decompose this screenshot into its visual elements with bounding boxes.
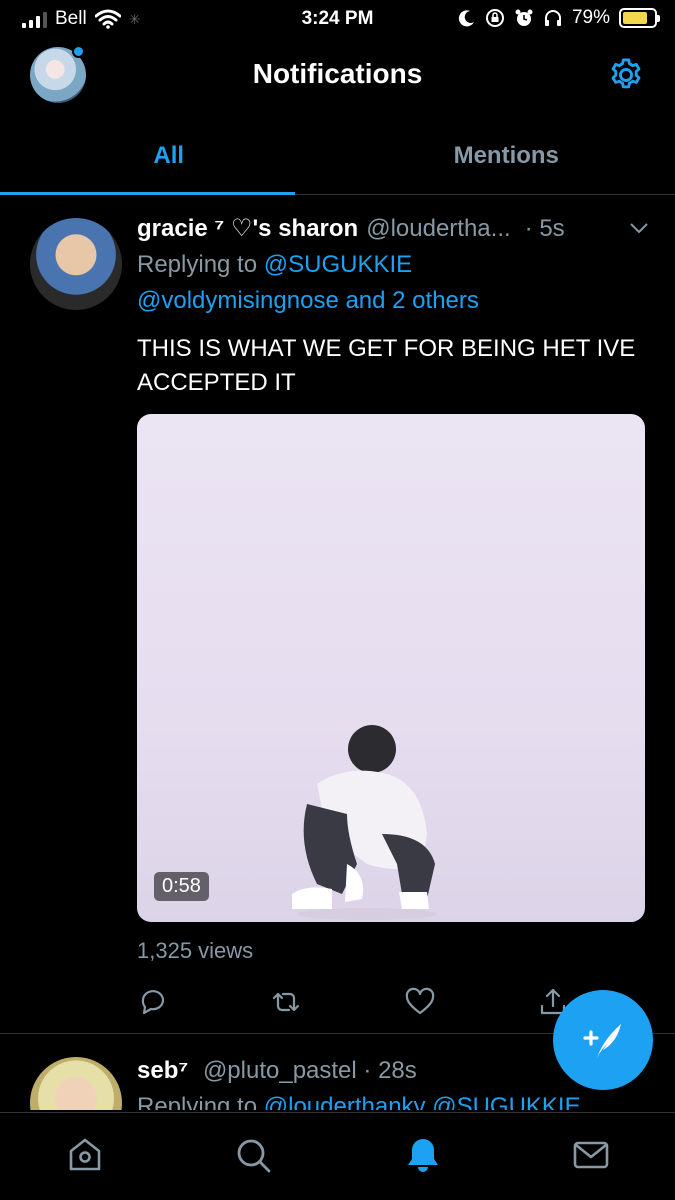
- tweet[interactable]: gracie ⁷ ♡'s sharon @loudertha... · 5s R…: [0, 196, 675, 1034]
- mention-link[interactable]: @SUGUKKIE: [264, 251, 412, 278]
- avatar[interactable]: [30, 218, 122, 310]
- tweet-text: THIS IS WHAT WE GET FOR BEING HET IVE AC…: [137, 335, 636, 396]
- tweet-timestamp: · 5s: [524, 214, 565, 242]
- notification-dot: [72, 45, 85, 58]
- mention-link-others[interactable]: @voldymisingnose and 2 others: [137, 287, 479, 314]
- status-right: 79%: [458, 7, 660, 29]
- tweet-author-handle[interactable]: @pluto_pastel: [203, 1057, 357, 1084]
- header: Notifications: [0, 40, 675, 112]
- tweet-header: gracie ⁷ ♡'s sharon @loudertha... · 5s: [137, 214, 657, 243]
- tweet-author-name[interactable]: seb⁷: [137, 1057, 188, 1084]
- battery-percent: 79%: [571, 7, 610, 28]
- headphones-icon: [544, 10, 561, 26]
- tweet-actions: [137, 986, 566, 1018]
- replying-prefix: Replying to: [137, 1093, 258, 1110]
- retweet-icon[interactable]: [270, 986, 302, 1018]
- orientation-lock-icon: [485, 9, 504, 27]
- avatar[interactable]: [30, 1057, 122, 1110]
- replying-to-line: Replying to @louderthanky @SUGUKKIE: [137, 1093, 581, 1110]
- reply-icon[interactable]: [137, 986, 169, 1018]
- compose-feather-icon: [583, 1024, 621, 1058]
- bell-icon[interactable]: [403, 1135, 443, 1175]
- tweet-header: seb⁷ @pluto_pastel · 28s: [137, 1057, 417, 1085]
- tweet-video[interactable]: 0:58: [137, 414, 645, 922]
- tweet-timestamp: · 28s: [363, 1057, 417, 1084]
- messages-icon[interactable]: [571, 1135, 611, 1175]
- view-count: 1,325 views: [137, 938, 254, 963]
- home-icon[interactable]: [65, 1135, 105, 1175]
- page-title: Notifications: [252, 58, 423, 89]
- tab-mentions[interactable]: Mentions: [338, 118, 675, 194]
- replying-prefix: Replying to: [137, 251, 258, 278]
- battery-icon: [619, 8, 660, 28]
- video-duration-badge: 0:58: [154, 872, 209, 901]
- tweet-author-handle[interactable]: @loudertha...: [366, 215, 510, 243]
- like-heart-icon[interactable]: [404, 986, 436, 1018]
- alarm-icon: [515, 9, 533, 26]
- mention-link[interactable]: @louderthanky @SUGUKKIE: [264, 1093, 581, 1110]
- status-bar: Bell ✳ 3:24 PM 79%: [0, 0, 675, 40]
- tweet-author-name[interactable]: gracie ⁷ ♡'s sharon: [137, 214, 358, 243]
- tab-bar: All Mentions: [0, 118, 675, 195]
- search-icon[interactable]: [233, 1135, 273, 1175]
- compose-tweet-button[interactable]: [553, 990, 653, 1090]
- gear-icon[interactable]: [607, 56, 645, 94]
- tab-all[interactable]: All: [0, 118, 338, 195]
- replying-to-line-2: @voldymisingnose and 2 others: [137, 287, 479, 315]
- moon-icon: [458, 10, 474, 27]
- replying-to-line: Replying to @SUGUKKIE: [137, 251, 412, 279]
- chevron-down-icon[interactable]: [629, 222, 649, 234]
- video-frame-figure: [292, 725, 437, 920]
- bottom-nav: [0, 1112, 675, 1200]
